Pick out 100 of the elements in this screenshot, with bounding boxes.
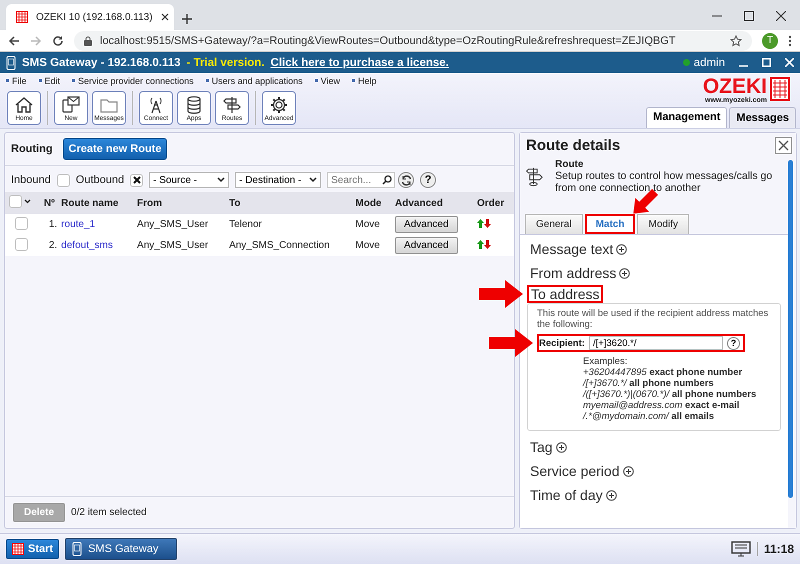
caret-icon[interactable]: [24, 199, 31, 204]
lock-icon: [84, 36, 92, 46]
selection-status: 0/2 item selected: [71, 507, 147, 518]
route-link[interactable]: defout_sms: [61, 240, 113, 251]
column-header: Mode: [351, 192, 392, 214]
checkbox[interactable]: [9, 195, 22, 208]
reload-icon[interactable]: [52, 34, 64, 46]
expand-icon[interactable]: [556, 442, 567, 452]
checkbox[interactable]: [56, 174, 70, 186]
tab[interactable]: Match: [584, 214, 636, 234]
recipient-field[interactable]: /[+]3620.*/: [588, 336, 723, 350]
move-down-icon[interactable]: [484, 218, 491, 228]
phone-icon: [72, 542, 82, 556]
table-cell: Any_SMS_Connection: [225, 235, 352, 256]
table-cell: Telenor: [225, 214, 352, 235]
app-title: SMS Gateway - 192.168.0.113: [22, 56, 181, 68]
section-title[interactable]: Service period: [530, 463, 620, 479]
caret-icon: [309, 177, 318, 183]
tab[interactable]: Management: [646, 107, 728, 128]
menu-item[interactable]: Users and applications: [206, 75, 303, 86]
route-link[interactable]: route_1: [61, 219, 96, 230]
close-icon[interactable]: [160, 13, 169, 21]
expand-icon[interactable]: [619, 268, 630, 278]
checkbox[interactable]: [130, 174, 144, 186]
checkbox[interactable]: [15, 238, 28, 250]
advanced-button[interactable]: Advanced: [395, 237, 458, 254]
help-button[interactable]: ?: [420, 172, 436, 188]
table-cell: Any_SMS_User: [133, 235, 226, 256]
move-down-icon[interactable]: [484, 240, 491, 248]
section-title[interactable]: Message text: [530, 241, 614, 257]
move-up-icon[interactable]: [476, 218, 484, 228]
expand-icon[interactable]: [622, 466, 634, 476]
phone-icon: [6, 56, 16, 70]
table-cell: 1.: [40, 214, 58, 235]
tab[interactable]: Modify: [637, 214, 689, 234]
close-button[interactable]: [775, 137, 792, 154]
menu-item[interactable]: Help: [352, 75, 377, 86]
clock: 11:18: [756, 542, 794, 556]
license-link[interactable]: Click here to purchase a license.: [270, 56, 449, 68]
logo-text: OZEKI: [702, 77, 767, 97]
trial-notice: - Trial version.: [186, 56, 265, 68]
user-name: admin: [694, 56, 725, 68]
expand-icon[interactable]: [616, 244, 628, 254]
move-up-icon[interactable]: [476, 240, 484, 248]
hint-text: This route will be used if the recipient address matches the following:: [537, 308, 770, 330]
dropdown[interactable]: - Source -: [149, 172, 230, 188]
profile-avatar[interactable]: T: [762, 32, 778, 48]
example-text: +36204447895 exact phone number: [583, 367, 744, 378]
section-title[interactable]: Time of day: [530, 487, 603, 503]
envelope-icon: [61, 95, 81, 115]
create-route-button[interactable]: Create new Route: [62, 138, 168, 160]
monitor-icon[interactable]: [730, 541, 751, 557]
logo-icon: [770, 77, 790, 101]
star-icon[interactable]: [730, 34, 742, 46]
table-row[interactable]: 2. defout_sms Any_SMS_User Any_SMS_Connection Move Advanced: [5, 235, 514, 256]
annotation-arrow: [489, 329, 533, 357]
column-header: Advanced: [391, 192, 473, 214]
section-title[interactable]: Tag: [530, 439, 553, 455]
section-title[interactable]: To address: [527, 285, 604, 303]
table-cell: Move: [351, 214, 392, 235]
column-header: Nº: [40, 192, 58, 214]
help-button[interactable]: ?: [726, 336, 740, 350]
example-text: /.*@mydomain.com/ all emails: [583, 411, 716, 422]
annotation-arrow: [479, 280, 523, 308]
scrollbar[interactable]: [788, 160, 793, 498]
close-icon[interactable]: [776, 11, 786, 21]
advanced-button[interactable]: Advanced: [395, 216, 458, 233]
checkbox[interactable]: [15, 216, 28, 230]
back-icon[interactable]: [8, 34, 20, 46]
start-button[interactable]: Start: [6, 539, 60, 559]
info-description: Setup routes to control how messages/calls go from one connection to another: [555, 170, 774, 194]
panel-title: Route details: [526, 137, 620, 154]
dropdown[interactable]: - Destination -: [235, 172, 322, 188]
home-icon: [14, 95, 34, 115]
table-cell: Move: [351, 235, 392, 256]
menu-item[interactable]: Edit: [38, 75, 60, 86]
new-tab-icon[interactable]: [182, 14, 192, 24]
search-field[interactable]: Search...: [327, 172, 396, 188]
signpost-icon: [222, 95, 242, 115]
menu-item[interactable]: View: [314, 75, 340, 86]
refresh-button[interactable]: [398, 172, 414, 188]
settings-icon: [269, 95, 289, 115]
browser-tab[interactable]: OZEKI 10 (192.168.0.113): [6, 4, 174, 30]
section-title[interactable]: From address: [530, 265, 616, 281]
menu-icon[interactable]: [788, 34, 792, 46]
menu-item[interactable]: File: [6, 75, 27, 86]
tab[interactable]: Messages: [729, 107, 796, 128]
filter-label: Outbound: [76, 174, 124, 186]
table-row[interactable]: 1. route_1 Any_SMS_User Telenor Move Advanced: [5, 214, 514, 235]
tab[interactable]: General: [525, 214, 583, 234]
expand-icon[interactable]: [606, 490, 617, 500]
url-text: localhost:9515/SMS+Gateway/?a=Routing&ViewRoutes=Outbound&type=OzRoutingRule&refreshrequest=ZEJIQBGT: [100, 34, 676, 46]
address-bar[interactable]: localhost:9515/SMS+Gateway/?a=Routing&ViewRoutes=Outbound&type=OzRoutingRule&refreshrequest=ZEJIQBGT: [74, 30, 752, 50]
field-label: Recipient:: [539, 338, 585, 348]
examples-title: Examples:: [583, 356, 628, 367]
menu-item[interactable]: Service provider connections: [72, 75, 194, 86]
example-text: myemail@address.com exact e-mail: [583, 400, 740, 411]
taskbar-item[interactable]: SMS Gateway: [65, 538, 178, 560]
info-title: Route: [555, 159, 584, 170]
maximize-icon[interactable]: [744, 11, 754, 21]
